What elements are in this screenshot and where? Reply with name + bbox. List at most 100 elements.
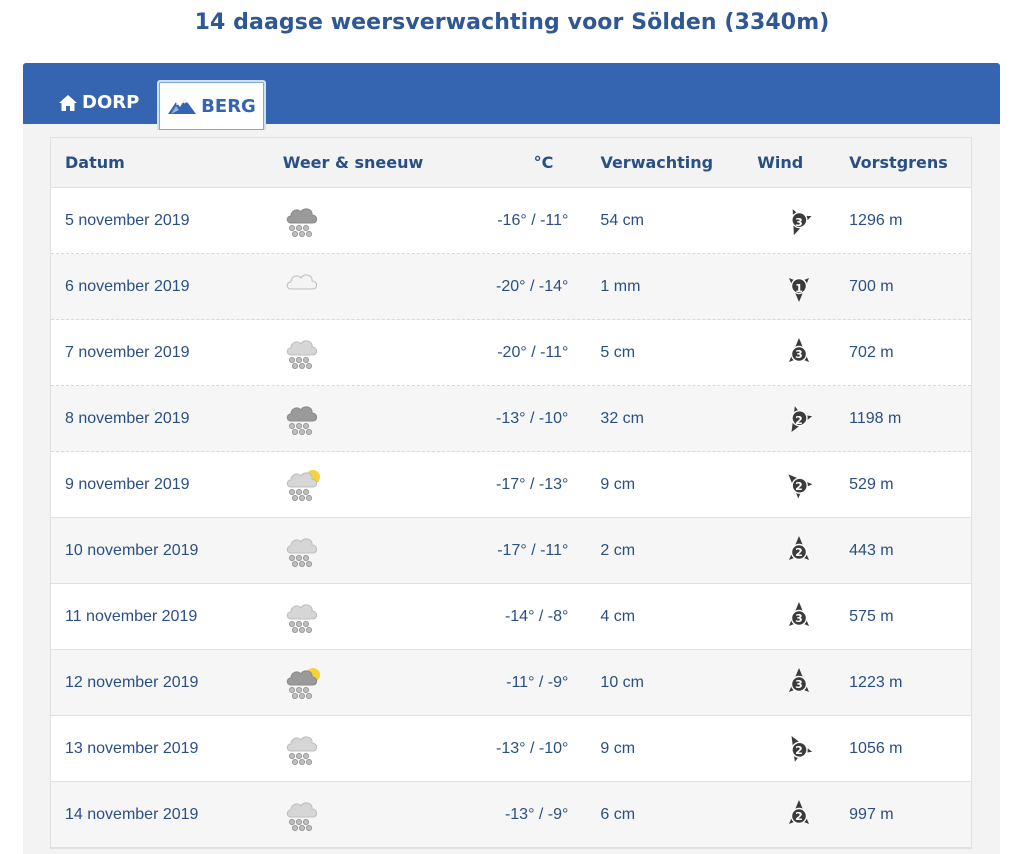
- row-forecast: 6 cm: [600, 805, 636, 823]
- row-frost: 700 m: [849, 277, 894, 295]
- table-body: 5 november 2019 -16° / -11° 54 cm 3 1296 m 6 …: [51, 188, 971, 848]
- row-temp: -20° / -11°: [497, 343, 569, 361]
- table-row: 12 november 2019 -11° / -9° 10 cm 3 1223 m: [51, 650, 971, 716]
- row-temp: -13° / -9°: [504, 805, 569, 823]
- row-date: 9 november 2019: [65, 475, 190, 493]
- row-wind: 2: [757, 798, 841, 832]
- row-date: 11 november 2019: [65, 607, 198, 625]
- wind-direction-icon: 2: [791, 405, 813, 432]
- table-row: 10 november 2019 -17° / -11° 2 cm 2 443 m: [51, 518, 971, 584]
- row-forecast: 1 mm: [600, 277, 641, 295]
- row-weather: [269, 533, 427, 569]
- row-temp: -13° / -10°: [496, 739, 569, 757]
- wind-direction-icon: 3: [789, 601, 810, 626]
- wind-force-label: 3: [795, 216, 803, 229]
- wind-force-label: 2: [795, 744, 803, 757]
- row-forecast: 2 cm: [600, 541, 636, 559]
- row-weather: [269, 467, 427, 503]
- row-wind: 3: [757, 666, 841, 700]
- header-weather[interactable]: Weer & sneeuw: [269, 153, 427, 172]
- row-frost: 529 m: [849, 475, 894, 493]
- wind-direction-icon: 3: [791, 208, 812, 235]
- table-row: 14 november 2019 -13° / -9° 6 cm 2 997 m: [51, 782, 971, 848]
- wind-force-label: 3: [795, 612, 803, 625]
- row-frost: 1296 m: [849, 211, 903, 229]
- row-date: 10 november 2019: [65, 541, 199, 559]
- wind-direction-icon: 1: [789, 277, 810, 302]
- row-temp: -20° / -14°: [496, 277, 569, 295]
- wind-force-label: 2: [795, 414, 803, 427]
- row-date: 8 november 2019: [65, 409, 190, 427]
- tab-bar: DORP BERG: [23, 63, 1000, 130]
- row-wind: 2: [757, 468, 841, 502]
- row-temp: -13° / -10°: [496, 409, 569, 427]
- row-date: 14 november 2019: [65, 805, 199, 823]
- header-date[interactable]: Datum: [51, 153, 269, 172]
- row-forecast: 4 cm: [600, 607, 636, 625]
- row-wind: 3: [757, 204, 841, 238]
- tab-berg-label: BERG: [201, 95, 256, 117]
- row-forecast: 9 cm: [600, 475, 636, 493]
- wind-force-label: 3: [795, 348, 803, 361]
- forecast-panel: DORP BERG Datum Weer & sneeuw °C Verwach…: [23, 63, 1000, 854]
- row-frost: 997 m: [849, 805, 894, 823]
- row-date: 7 november 2019: [65, 343, 190, 361]
- snow-cloud-icon: [286, 603, 317, 633]
- wind-force-label: 2: [795, 546, 803, 559]
- wind-direction-icon: 2: [788, 473, 813, 498]
- table-row: 6 november 2019 -20° / -14° 1 mm 1 700 m: [51, 254, 971, 320]
- snow-cloud-icon: [286, 801, 317, 831]
- tab-berg[interactable]: BERG: [157, 80, 266, 130]
- wind-direction-icon: 2: [791, 735, 813, 762]
- row-weather: [269, 797, 427, 833]
- snow-sun-cloud-icon: [286, 469, 320, 501]
- row-forecast: 9 cm: [600, 739, 636, 757]
- row-frost: 1056 m: [849, 739, 903, 757]
- row-frost: 443 m: [849, 541, 894, 559]
- wind-direction-icon: 2: [789, 799, 810, 824]
- row-wind: 2: [757, 732, 841, 766]
- row-forecast: 10 cm: [600, 673, 644, 691]
- wind-direction-icon: 3: [789, 667, 810, 692]
- snow-cloud-icon: [286, 537, 317, 567]
- row-wind: 2: [757, 534, 841, 568]
- row-forecast: 5 cm: [600, 343, 636, 361]
- cloud-icon: [286, 273, 317, 289]
- wind-force-label: 1: [795, 282, 803, 295]
- table-row: 5 november 2019 -16° / -11° 54 cm 3 1296 m: [51, 188, 971, 254]
- wind-force-label: 2: [795, 480, 803, 493]
- house-icon: [59, 94, 77, 111]
- row-wind: 3: [757, 600, 841, 634]
- row-weather: [269, 269, 427, 305]
- heavy-snow-cloud-icon: [286, 207, 317, 237]
- row-temp: -16° / -11°: [497, 211, 569, 229]
- row-weather: [269, 401, 427, 437]
- table-row: 9 november 2019 -17° / -13° 9 cm 2 529 m: [51, 452, 971, 518]
- table-row: 13 november 2019 -13° / -10° 9 cm 2 1056 m: [51, 716, 971, 782]
- row-date: 6 november 2019: [65, 277, 190, 295]
- row-weather: [269, 203, 427, 239]
- table-row: 8 november 2019 -13° / -10° 32 cm 2 1198 m: [51, 386, 971, 452]
- row-weather: [269, 731, 427, 767]
- mountain-icon: [168, 99, 197, 114]
- row-temp: -17° / -13°: [496, 475, 569, 493]
- row-date: 5 november 2019: [65, 211, 190, 229]
- header-temp[interactable]: °C: [427, 153, 601, 172]
- row-weather: [269, 599, 427, 635]
- heavy-snow-sun-cloud-icon: [286, 667, 320, 699]
- row-weather: [269, 335, 427, 371]
- header-frost[interactable]: Vorstgrens: [841, 153, 971, 172]
- table-header: Datum Weer & sneeuw °C Verwachting Wind …: [51, 138, 971, 188]
- row-date: 13 november 2019: [65, 739, 199, 757]
- page-title: 14 daagse weersverwachting voor Sölden (…: [194, 10, 830, 35]
- table-row: 7 november 2019 -20° / -11° 5 cm 3 702 m: [51, 320, 971, 386]
- tab-dorp[interactable]: DORP: [58, 81, 139, 124]
- row-wind: 3: [757, 336, 841, 370]
- heavy-snow-cloud-icon: [286, 405, 317, 435]
- wind-force-label: 2: [795, 810, 803, 823]
- forecast-table: Datum Weer & sneeuw °C Verwachting Wind …: [50, 137, 972, 849]
- row-weather: [269, 665, 427, 701]
- header-forecast[interactable]: Verwachting: [600, 153, 757, 172]
- tab-dorp-label: DORP: [82, 92, 140, 113]
- header-wind[interactable]: Wind: [757, 153, 841, 172]
